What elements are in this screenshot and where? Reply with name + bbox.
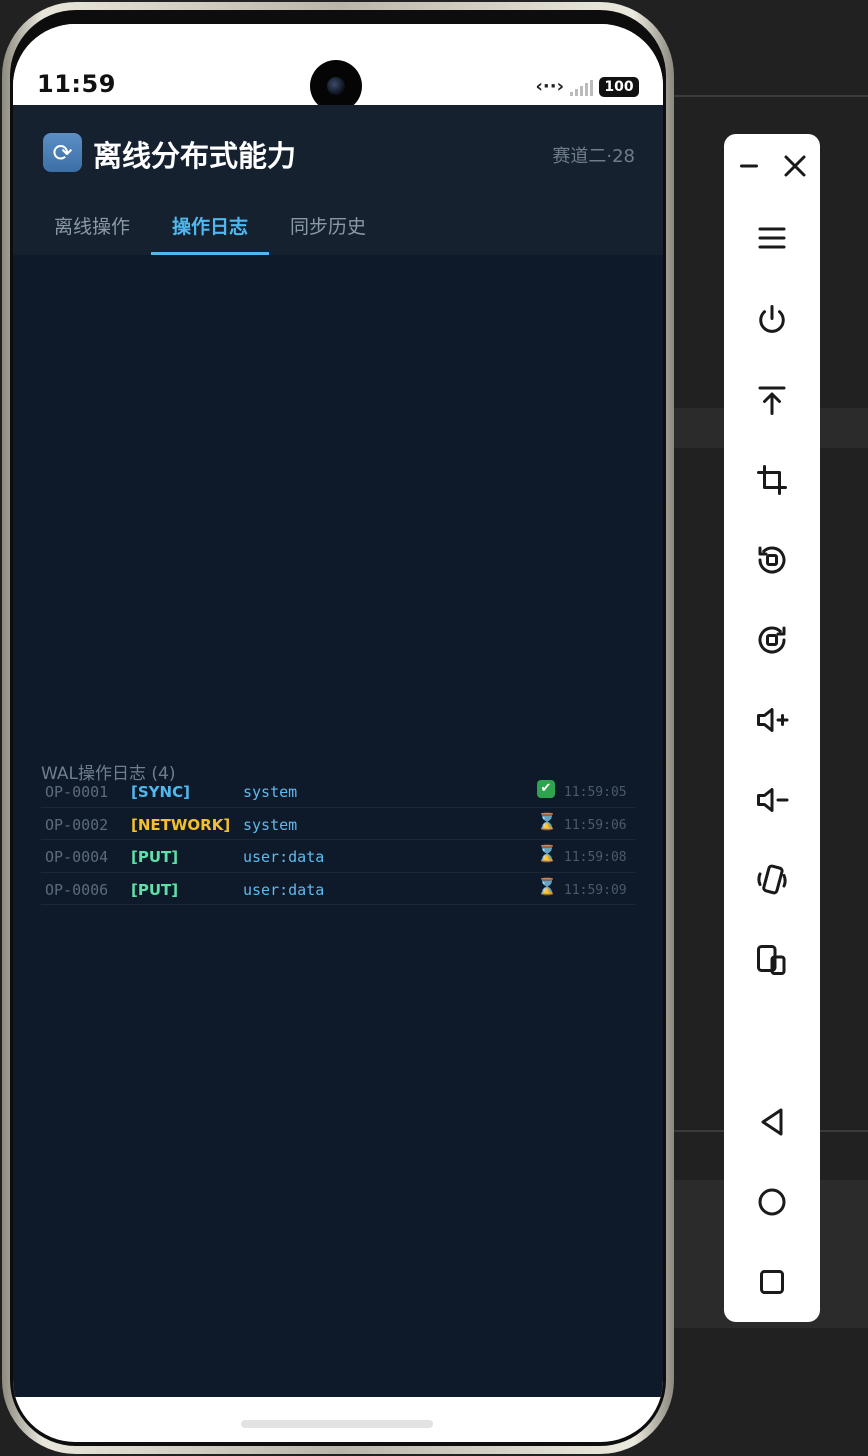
home-indicator[interactable]	[241, 1420, 433, 1428]
op-time: 11:59:08	[564, 850, 627, 865]
close-icon[interactable]	[772, 136, 818, 196]
log-list: OP-0001 [SYNC] system ✔ 11:59:05 OP-0002 [NETW…	[41, 775, 635, 905]
op-type: [SYNC]	[131, 783, 190, 801]
back-icon[interactable]	[742, 1092, 802, 1152]
shake-icon[interactable]	[742, 850, 802, 910]
op-time: 11:59:06	[564, 817, 627, 833]
log-row[interactable]: OP-0001 [SYNC] system ✔ 11:59:05	[41, 775, 635, 808]
rotate-right-icon[interactable]	[742, 610, 802, 670]
op-target: system	[243, 783, 298, 801]
menu-icon[interactable]	[742, 208, 802, 268]
rotate-left-icon[interactable]	[742, 530, 802, 590]
op-target: system	[243, 815, 298, 834]
tab-offline-ops[interactable]: 离线操作	[33, 205, 151, 255]
done-check-icon: ✔	[537, 780, 555, 798]
op-id: OP-0006	[45, 880, 109, 899]
hourglass-icon: ⌛	[537, 844, 557, 863]
app-title: 离线分布式能力	[93, 139, 297, 173]
phone-bezel: 11:59 ‹··› 100 ⟳ 离线分布式能力 赛道二·28 离线操作 操作日…	[10, 10, 666, 1446]
tab-sync-history[interactable]: 同步历史	[269, 205, 387, 255]
phone-frame: 11:59 ‹··› 100 ⟳ 离线分布式能力 赛道二·28 离线操作 操作日…	[2, 2, 674, 1454]
log-row[interactable]: OP-0002 [NETWORK] system ⌛ 11:59:06	[41, 808, 635, 840]
hourglass-icon: ⌛	[537, 876, 557, 896]
emulator-toolbar	[724, 134, 820, 1322]
volume-up-icon[interactable]	[742, 690, 802, 750]
op-type: [PUT]	[131, 848, 179, 866]
signal-icon	[570, 78, 593, 96]
op-id: OP-0004	[45, 848, 109, 866]
log-row[interactable]: OP-0006 [PUT] user:data ⌛ 11:59:09	[41, 873, 635, 905]
minimize-icon[interactable]	[726, 136, 772, 196]
hourglass-icon: ⌛	[537, 811, 557, 831]
status-bar: 11:59 ‹··› 100	[13, 24, 663, 112]
app-header: ⟳ 离线分布式能力 赛道二·28 离线操作 操作日志 同步历史	[13, 105, 663, 255]
op-type: [PUT]	[131, 880, 179, 899]
tab-operation-log[interactable]: 操作日志	[151, 205, 270, 255]
phone-screen: 11:59 ‹··› 100 ⟳ 离线分布式能力 赛道二·28 离线操作 操作日…	[13, 24, 663, 1442]
home-icon[interactable]	[742, 1172, 802, 1232]
op-time: 11:59:09	[564, 882, 627, 898]
multi-device-icon[interactable]	[742, 930, 802, 990]
op-type: [NETWORK]	[131, 815, 231, 834]
op-id: OP-0001	[45, 783, 109, 801]
battery-icon: 100	[599, 76, 639, 97]
crop-icon[interactable]	[742, 450, 802, 510]
power-icon[interactable]	[742, 290, 802, 350]
sync-icon: ⟳	[43, 133, 82, 172]
tab-bar: 离线操作 操作日志 同步历史	[13, 205, 663, 255]
op-time: 11:59:05	[564, 785, 627, 800]
status-icons: ‹··› 100	[535, 76, 639, 97]
data-transfer-icon: ‹··›	[535, 76, 564, 97]
status-time: 11:59	[37, 70, 116, 98]
background-panel	[660, 95, 868, 97]
track-badge: 赛道二·28	[552, 146, 635, 167]
volume-down-icon[interactable]	[742, 770, 802, 830]
pin-top-icon[interactable]	[742, 370, 802, 430]
op-target: user:data	[243, 848, 325, 866]
op-target: user:data	[243, 880, 325, 899]
op-id: OP-0002	[45, 815, 109, 834]
recent-apps-icon[interactable]	[742, 1252, 802, 1312]
app-container: ⟳ 离线分布式能力 赛道二·28 离线操作 操作日志 同步历史 WAL操作日志 …	[13, 105, 663, 1397]
log-row[interactable]: OP-0004 [PUT] user:data ⌛ 11:59:08	[41, 840, 635, 873]
